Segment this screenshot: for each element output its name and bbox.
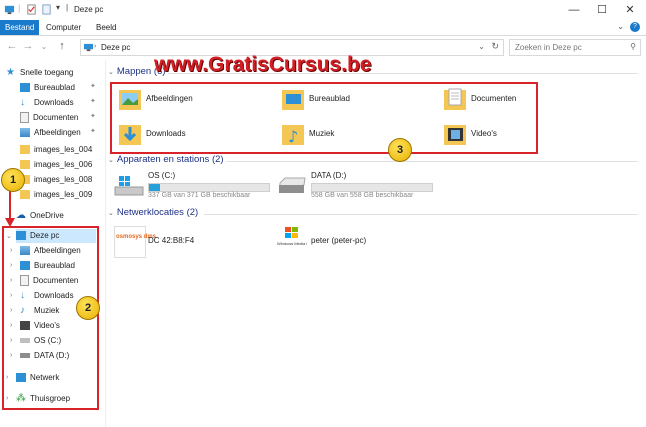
close-button[interactable]: ✕ bbox=[620, 3, 640, 17]
sidebar-item-afbeeldingen[interactable]: Afbeeldingen bbox=[20, 126, 81, 140]
section-header-label: Netwerklocaties (2) bbox=[116, 207, 199, 218]
pin-icon[interactable]: ✦ bbox=[90, 112, 96, 120]
drive-tile-os-c[interactable]: OS (C:) 337 GB van 371 GB beschikbaar bbox=[114, 171, 274, 201]
folder-icon bbox=[20, 160, 30, 170]
pin-icon[interactable]: ✦ bbox=[90, 97, 96, 105]
back-arrow-icon[interactable]: ← bbox=[6, 40, 18, 52]
properties-icon[interactable] bbox=[26, 4, 37, 15]
sidebar-item-label: images_les_008 bbox=[34, 175, 93, 184]
quick-access-toolbar-dropdown-icon[interactable]: ▾ bbox=[56, 3, 60, 12]
minimize-button[interactable]: — bbox=[564, 3, 584, 17]
sidebar-item-label: Documenten bbox=[33, 113, 79, 122]
callout-badge-3: 3 bbox=[388, 138, 412, 162]
separator: | bbox=[66, 3, 69, 12]
pin-icon[interactable]: ✦ bbox=[90, 127, 96, 135]
breadcrumb-chevron-icon[interactable]: › bbox=[94, 43, 96, 50]
search-icon: ⚲ bbox=[630, 42, 636, 51]
callout-arrow-icon bbox=[5, 186, 15, 227]
folder-icon bbox=[20, 190, 30, 200]
maximize-button[interactable]: ☐ bbox=[592, 3, 612, 17]
expand-ribbon-icon[interactable]: ⌄ bbox=[617, 22, 624, 31]
sidebar-item-images-les-008[interactable]: images_les_008 bbox=[20, 173, 92, 187]
recent-locations-chevron-icon[interactable]: ⌄ bbox=[38, 42, 50, 51]
sidebar-item-documenten[interactable]: Documenten bbox=[20, 111, 78, 125]
cloud-icon: ☁ bbox=[16, 210, 26, 222]
search-input[interactable]: Zoeken in Deze pc ⚲ bbox=[509, 39, 641, 56]
drive-name: DATA (D:) bbox=[311, 171, 347, 180]
windows-media-player-icon: Windows Media Player bbox=[277, 226, 307, 256]
osmosys-logo-icon: osmosys dms bbox=[114, 226, 156, 258]
tab-beeld[interactable]: Beeld bbox=[91, 20, 121, 35]
chevron-down-icon: ⌄ bbox=[108, 210, 114, 217]
document-icon bbox=[20, 112, 29, 124]
pictures-icon bbox=[20, 128, 30, 138]
this-pc-icon bbox=[84, 43, 93, 52]
windows-drive-icon bbox=[114, 176, 144, 196]
separator: | bbox=[18, 3, 21, 13]
callout-badge-1: 1 bbox=[1, 168, 25, 192]
sidebar-item-onedrive[interactable]: ☁ OneDrive bbox=[16, 209, 64, 223]
divider bbox=[226, 161, 638, 162]
desktop-icon bbox=[20, 83, 30, 93]
download-arrow-icon: ↓ bbox=[20, 97, 25, 109]
sidebar-item-images-les-009[interactable]: images_les_009 bbox=[20, 188, 92, 202]
window-title: Deze pc bbox=[74, 5, 104, 14]
this-pc-icon bbox=[4, 5, 15, 15]
tab-computer[interactable]: Computer bbox=[41, 20, 86, 35]
refresh-icon[interactable]: ↻ bbox=[491, 41, 499, 52]
sidebar-item-downloads[interactable]: ↓ Downloads bbox=[20, 96, 74, 110]
sidebar-item-label: images_les_006 bbox=[34, 160, 93, 169]
watermark: www.GratisCursus.be bbox=[154, 53, 372, 76]
network-location-label: DC 42:B8:F4 bbox=[148, 236, 195, 245]
tab-bestand[interactable]: Bestand bbox=[0, 20, 40, 35]
new-folder-icon[interactable] bbox=[41, 4, 52, 15]
callout-badge-2: 2 bbox=[76, 296, 100, 320]
drive-icon bbox=[279, 177, 306, 193]
chevron-down-icon: ⌄ bbox=[108, 69, 114, 76]
drive-free-space: 558 GB van 558 GB beschikbaar bbox=[311, 192, 414, 199]
sidebar-item-label: images_les_009 bbox=[34, 190, 93, 199]
logo-text: Windows Media Player bbox=[277, 241, 307, 246]
divider bbox=[204, 214, 638, 215]
help-icon[interactable]: ? bbox=[630, 22, 640, 32]
search-placeholder: Zoeken in Deze pc bbox=[515, 43, 582, 52]
star-icon: ★ bbox=[6, 67, 15, 79]
address-dropdown-icon[interactable]: ⌄ bbox=[478, 42, 485, 51]
sidebar-item-label: Snelle toegang bbox=[20, 68, 74, 77]
sidebar-item-label: OneDrive bbox=[30, 211, 64, 220]
drive-usage-fill bbox=[149, 184, 160, 191]
breadcrumb[interactable]: Deze pc bbox=[101, 43, 130, 52]
drive-name: OS (C:) bbox=[148, 171, 176, 180]
section-header-label: Apparaten en stations (2) bbox=[116, 154, 224, 165]
drive-usage-bar bbox=[311, 183, 433, 192]
forward-arrow-icon[interactable]: → bbox=[22, 40, 34, 52]
sidebar-item-label: images_les_004 bbox=[34, 145, 93, 154]
section-header-devices[interactable]: ⌄ Apparaten en stations (2) bbox=[108, 154, 224, 168]
title-bar: | ▾ | Deze pc — ☐ ✕ bbox=[0, 0, 646, 21]
drive-free-space: 337 GB van 371 GB beschikbaar bbox=[148, 192, 251, 199]
sidebar-item-label: Downloads bbox=[34, 98, 74, 107]
section-header-network[interactable]: ⌄ Netwerklocaties (2) bbox=[108, 207, 198, 221]
sidebar-item-label: Afbeeldingen bbox=[34, 128, 81, 137]
ribbon: Bestand Computer Beeld ⌄ ? bbox=[0, 20, 646, 36]
drive-tile-data-d[interactable]: DATA (D:) 558 GB van 558 GB beschikbaar bbox=[277, 171, 437, 201]
sidebar-item-images-les-004[interactable]: images_les_004 bbox=[20, 143, 92, 157]
sidebar-item-bureaublad[interactable]: Bureaublad bbox=[20, 81, 75, 95]
network-location-label: peter (peter-pc) bbox=[311, 236, 367, 245]
sidebar-item-quick-access[interactable]: ★ Snelle toegang bbox=[6, 66, 73, 80]
pin-icon[interactable]: ✦ bbox=[90, 82, 96, 90]
highlight-box-folders bbox=[110, 82, 538, 154]
sidebar-item-label: Bureaublad bbox=[34, 83, 75, 92]
up-arrow-icon[interactable]: ↑ bbox=[56, 40, 68, 52]
folder-icon bbox=[20, 145, 30, 155]
chevron-down-icon: ⌄ bbox=[108, 157, 114, 164]
sidebar-item-images-les-006[interactable]: images_les_006 bbox=[20, 158, 92, 172]
windows-flag-icon bbox=[285, 227, 298, 238]
drive-usage-bar bbox=[148, 183, 270, 192]
